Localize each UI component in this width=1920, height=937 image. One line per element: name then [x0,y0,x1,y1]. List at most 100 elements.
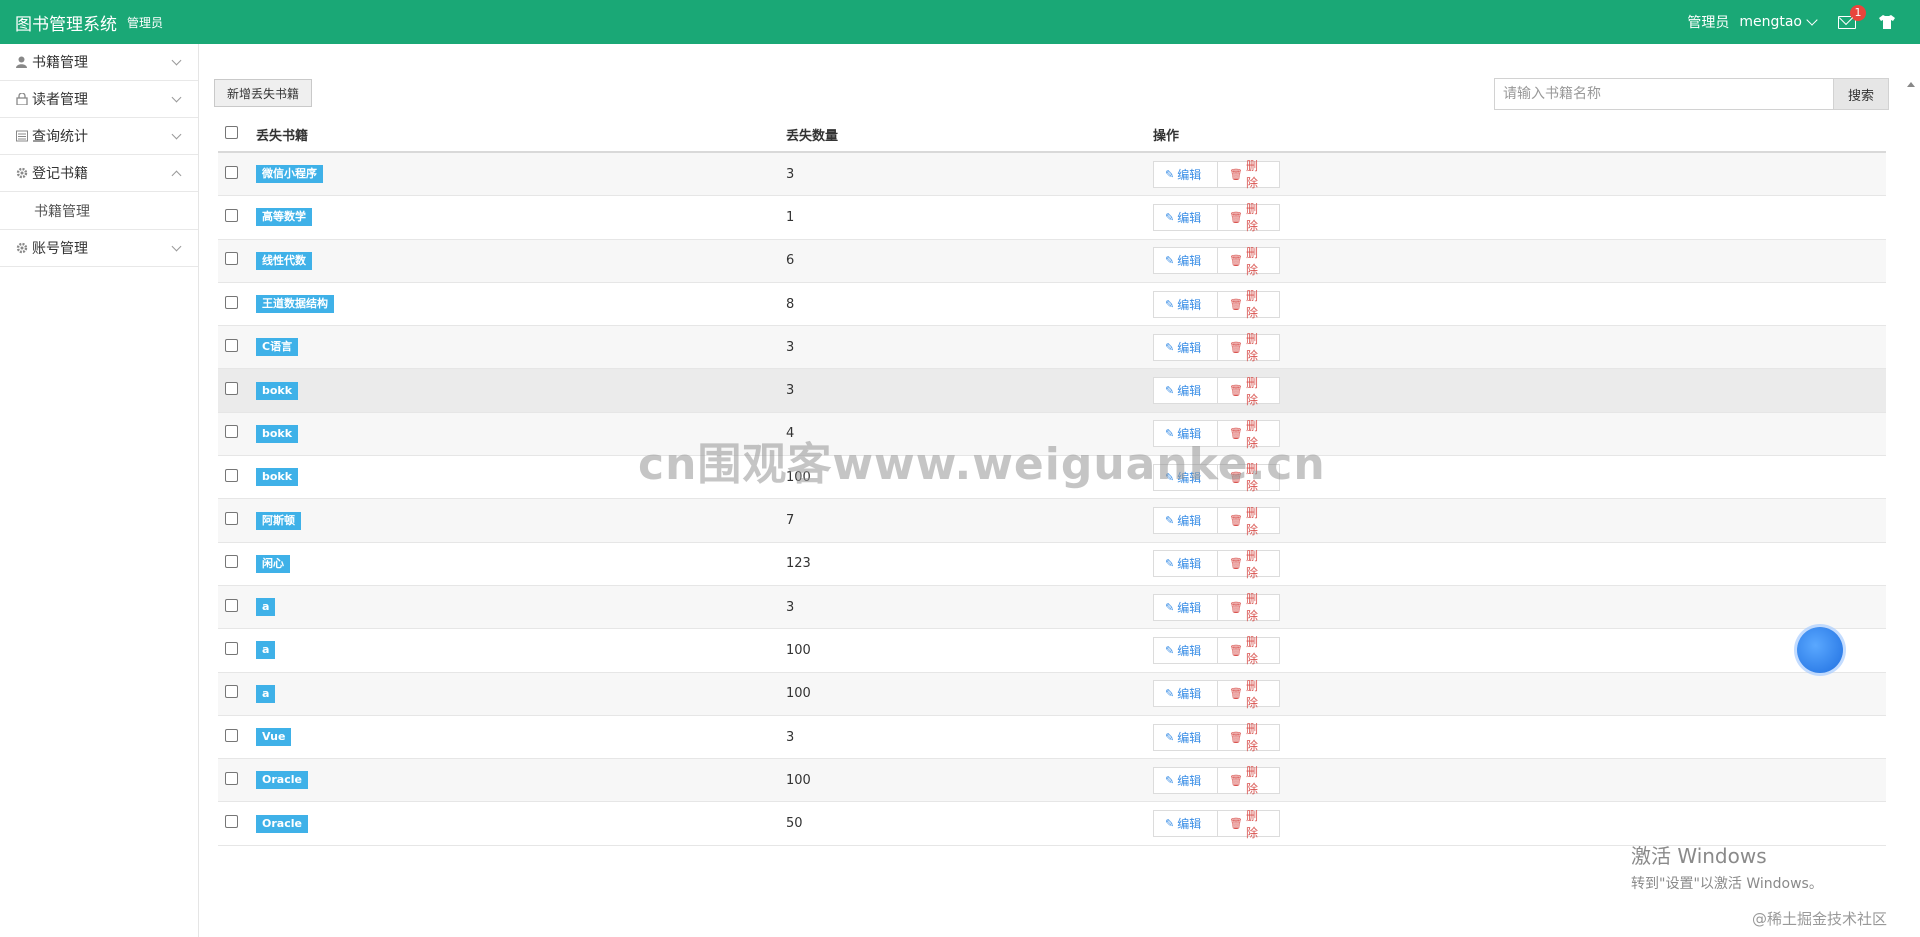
edit-button[interactable]: ✎ 编辑 [1153,333,1217,361]
app-title[interactable]: 图书管理系统 [15,10,117,35]
lost-count: 3 [786,166,795,182]
delete-label: 删除 [1245,159,1258,191]
mail-icon[interactable]: 1 [1838,4,1866,29]
row-checkbox[interactable] [225,252,238,266]
row-checkbox[interactable] [225,165,238,179]
user-menu[interactable]: mengtao [1739,14,1818,30]
delete-button[interactable]: 🗑 删除 [1217,376,1280,407]
watermark-text: cn围观客www.weiguanke.cn [638,439,1326,490]
row-checkbox[interactable] [225,728,238,742]
trash-icon: 🗑 [1229,817,1243,831]
floating-assistant-icon[interactable] [1797,627,1843,673]
sidebar-subitem-book-manage[interactable]: 书籍管理 [0,192,198,230]
row-checkbox[interactable] [225,555,238,569]
edit-label: 编辑 [1177,817,1202,832]
edit-label: 编辑 [1177,340,1202,355]
chevron-down-icon [171,92,182,103]
trash-icon: 🗑 [1229,340,1243,354]
edit-button[interactable]: ✎ 编辑 [1153,203,1217,231]
theme-icon[interactable] [1878,14,1896,30]
table-row: 高等数学 1 ✎ 编辑 🗑 删除 [218,196,1886,240]
chevron-down-icon [1806,14,1818,26]
delete-button[interactable]: 🗑 删除 [1217,722,1280,753]
delete-button[interactable]: 🗑 删除 [1217,765,1280,796]
book-name-tag: Vue [256,728,292,746]
scroll-up-icon[interactable] [1907,82,1915,87]
edit-button[interactable]: ✎ 编辑 [1153,723,1217,751]
edit-icon: ✎ [1165,730,1175,744]
delete-button[interactable]: 🗑 删除 [1217,809,1280,840]
sidebar-item-readers[interactable]: 读者管理 [0,81,198,118]
sidebar-item-accounts[interactable]: 账号管理 [0,230,198,267]
row-checkbox[interactable] [225,425,238,439]
row-checkbox[interactable] [225,468,238,482]
edit-label: 编辑 [1177,167,1202,182]
sidebar-item-stats[interactable]: 查询统计 [0,118,198,155]
edit-button[interactable]: ✎ 编辑 [1153,377,1217,405]
edit-button[interactable]: ✎ 编辑 [1153,766,1217,794]
activation-subtitle: 转到"设置"以激活 Windows。 [1631,876,1823,892]
delete-label: 删除 [1245,375,1258,407]
table-row: C语言 3 ✎ 编辑 🗑 删除 [218,326,1886,370]
app-subtitle: 管理员 [127,15,164,30]
edit-button[interactable]: ✎ 编辑 [1153,593,1217,621]
trash-icon: 🗑 [1229,297,1243,311]
activation-title: 激活 Windows [1631,844,1767,868]
trash-icon: 🗑 [1229,773,1243,787]
book-name-tag: C语言 [256,338,299,357]
lost-count: 50 [786,816,803,832]
lost-count: 100 [786,772,811,788]
edit-button[interactable]: ✎ 编辑 [1153,680,1217,708]
delete-button[interactable]: 🗑 删除 [1217,549,1280,580]
row-checkbox[interactable] [225,338,238,352]
row-checkbox[interactable] [225,512,238,526]
sidebar-item-books[interactable]: 书籍管理 [0,44,198,81]
select-all-checkbox[interactable] [225,125,238,139]
sidebar-item-label: 书籍管理 [32,55,88,71]
delete-button[interactable]: 🗑 删除 [1217,202,1280,233]
delete-button[interactable]: 🗑 删除 [1217,332,1280,363]
juejin-watermark: @稀土掘金技术社区 [1752,910,1888,928]
edit-button[interactable]: ✎ 编辑 [1153,247,1217,275]
edit-button[interactable]: ✎ 编辑 [1153,550,1217,578]
edit-label: 编辑 [1177,210,1202,225]
delete-button[interactable]: 🗑 删除 [1217,506,1280,537]
add-lost-book-button[interactable]: 新增丢失书籍 [214,79,312,107]
edit-button[interactable]: ✎ 编辑 [1153,507,1217,535]
edit-button[interactable]: ✎ 编辑 [1153,636,1217,664]
delete-button[interactable]: 🗑 删除 [1217,289,1280,320]
delete-button[interactable]: 🗑 删除 [1217,635,1280,666]
trash-icon: 🗑 [1229,557,1243,571]
row-checkbox[interactable] [225,685,238,699]
table-row: a 100 ✎ 编辑 🗑 删除 [218,672,1886,716]
delete-button[interactable]: 🗑 删除 [1217,246,1280,277]
delete-button[interactable]: 🗑 删除 [1217,159,1280,190]
edit-icon: ✎ [1165,297,1175,311]
row-checkbox[interactable] [225,641,238,655]
sidebar-item-register[interactable]: 登记书籍 [0,155,198,192]
book-name-tag: bokk [256,468,299,487]
delete-label: 删除 [1245,289,1258,321]
row-checkbox[interactable] [225,771,238,785]
edit-icon: ✎ [1165,687,1175,701]
sidebar-item-label: 登记书籍 [32,166,88,182]
book-name-tag: Oracle [256,771,308,790]
table-row: 王道数据结构 8 ✎ 编辑 🗑 删除 [218,283,1886,327]
edit-button[interactable]: ✎ 编辑 [1153,290,1217,318]
search-button[interactable]: 搜索 [1833,78,1889,110]
edit-button[interactable]: ✎ 编辑 [1153,160,1217,188]
delete-button[interactable]: 🗑 删除 [1217,592,1280,623]
delete-button[interactable]: 🗑 删除 [1217,679,1280,710]
row-checkbox[interactable] [225,382,238,396]
search-input[interactable]: 请输入书籍名称 [1494,78,1834,110]
edit-button[interactable]: ✎ 编辑 [1153,810,1217,838]
row-checkbox[interactable] [225,208,238,222]
edit-label: 编辑 [1177,643,1202,658]
table-row: 微信小程序 3 ✎ 编辑 🗑 删除 [218,153,1886,197]
book-name-tag: a [256,598,276,617]
row-checkbox[interactable] [225,295,238,309]
delete-label: 删除 [1245,245,1258,277]
row-checkbox[interactable] [225,815,238,829]
lost-count: 100 [786,642,811,658]
row-checkbox[interactable] [225,598,238,612]
